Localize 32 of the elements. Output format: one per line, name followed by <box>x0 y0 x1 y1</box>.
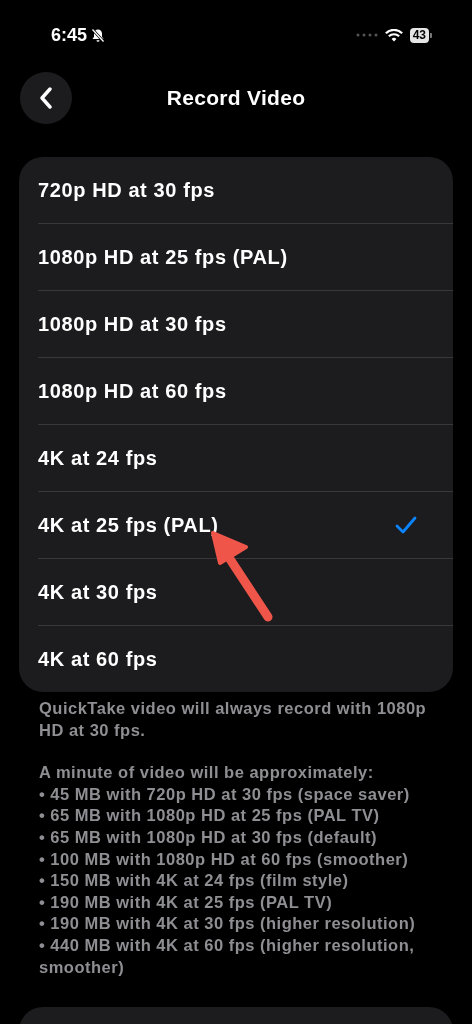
size-estimate: • 190 MB with 4K at 25 fps (PAL TV) <box>39 891 334 913</box>
option-label: 4K at 30 fps <box>38 580 158 604</box>
signal-dots-icon <box>355 33 378 37</box>
option-label: 4K at 24 fps <box>38 446 158 470</box>
battery-icon: 43 <box>409 27 432 43</box>
wifi-icon <box>384 28 403 42</box>
size-estimate: • 150 MB with 4K at 24 fps (film style) <box>39 870 350 892</box>
option-row[interactable]: 1080p HD at 60 fps <box>38 358 453 425</box>
size-estimate: • 440 MB with 4K at 60 fps (higher resolution, smoother) <box>39 934 416 978</box>
option-row[interactable]: 4K at 60 fps <box>38 626 453 692</box>
size-estimate: • 45 MB with 720p HD at 30 fps (space saver) <box>39 783 411 805</box>
option-row[interactable]: 1080p HD at 25 fps (PAL) <box>38 224 453 291</box>
option-label: 1080p HD at 30 fps <box>38 312 227 336</box>
option-label: 4K at 60 fps <box>38 647 158 671</box>
option-row[interactable]: 720p HD at 30 fps <box>38 157 453 224</box>
option-row[interactable]: 4K at 24 fps <box>38 425 453 492</box>
size-estimate: • 65 MB with 1080p HD at 25 fps (PAL TV) <box>39 805 381 827</box>
option-label: 4K at 25 fps (PAL) <box>38 513 219 537</box>
bell-slash-icon <box>91 27 106 43</box>
page-title: Record Video <box>166 86 306 110</box>
back-button[interactable] <box>20 72 72 124</box>
footer-heading: A minute of video will be approximately: <box>39 762 375 784</box>
option-row[interactable]: 1080p HD at 30 fps <box>38 291 453 358</box>
status-time: 6:45 <box>51 24 88 46</box>
size-estimate: • 190 MB with 4K at 30 fps (higher resolution) <box>39 913 417 935</box>
size-estimate: • 65 MB with 1080p HD at 30 fps (default) <box>39 826 378 848</box>
size-estimate: • 100 MB with 1080p HD at 60 fps (smoother) <box>39 848 410 870</box>
option-label: 720p HD at 30 fps <box>38 178 215 202</box>
footer-note: QuickTake video will always record with 1080p HD at 30 fps. <box>39 698 428 741</box>
option-label: 1080p HD at 60 fps <box>38 379 227 403</box>
chevron-left-icon <box>39 87 53 109</box>
option-label: 1080p HD at 25 fps (PAL) <box>38 245 288 269</box>
